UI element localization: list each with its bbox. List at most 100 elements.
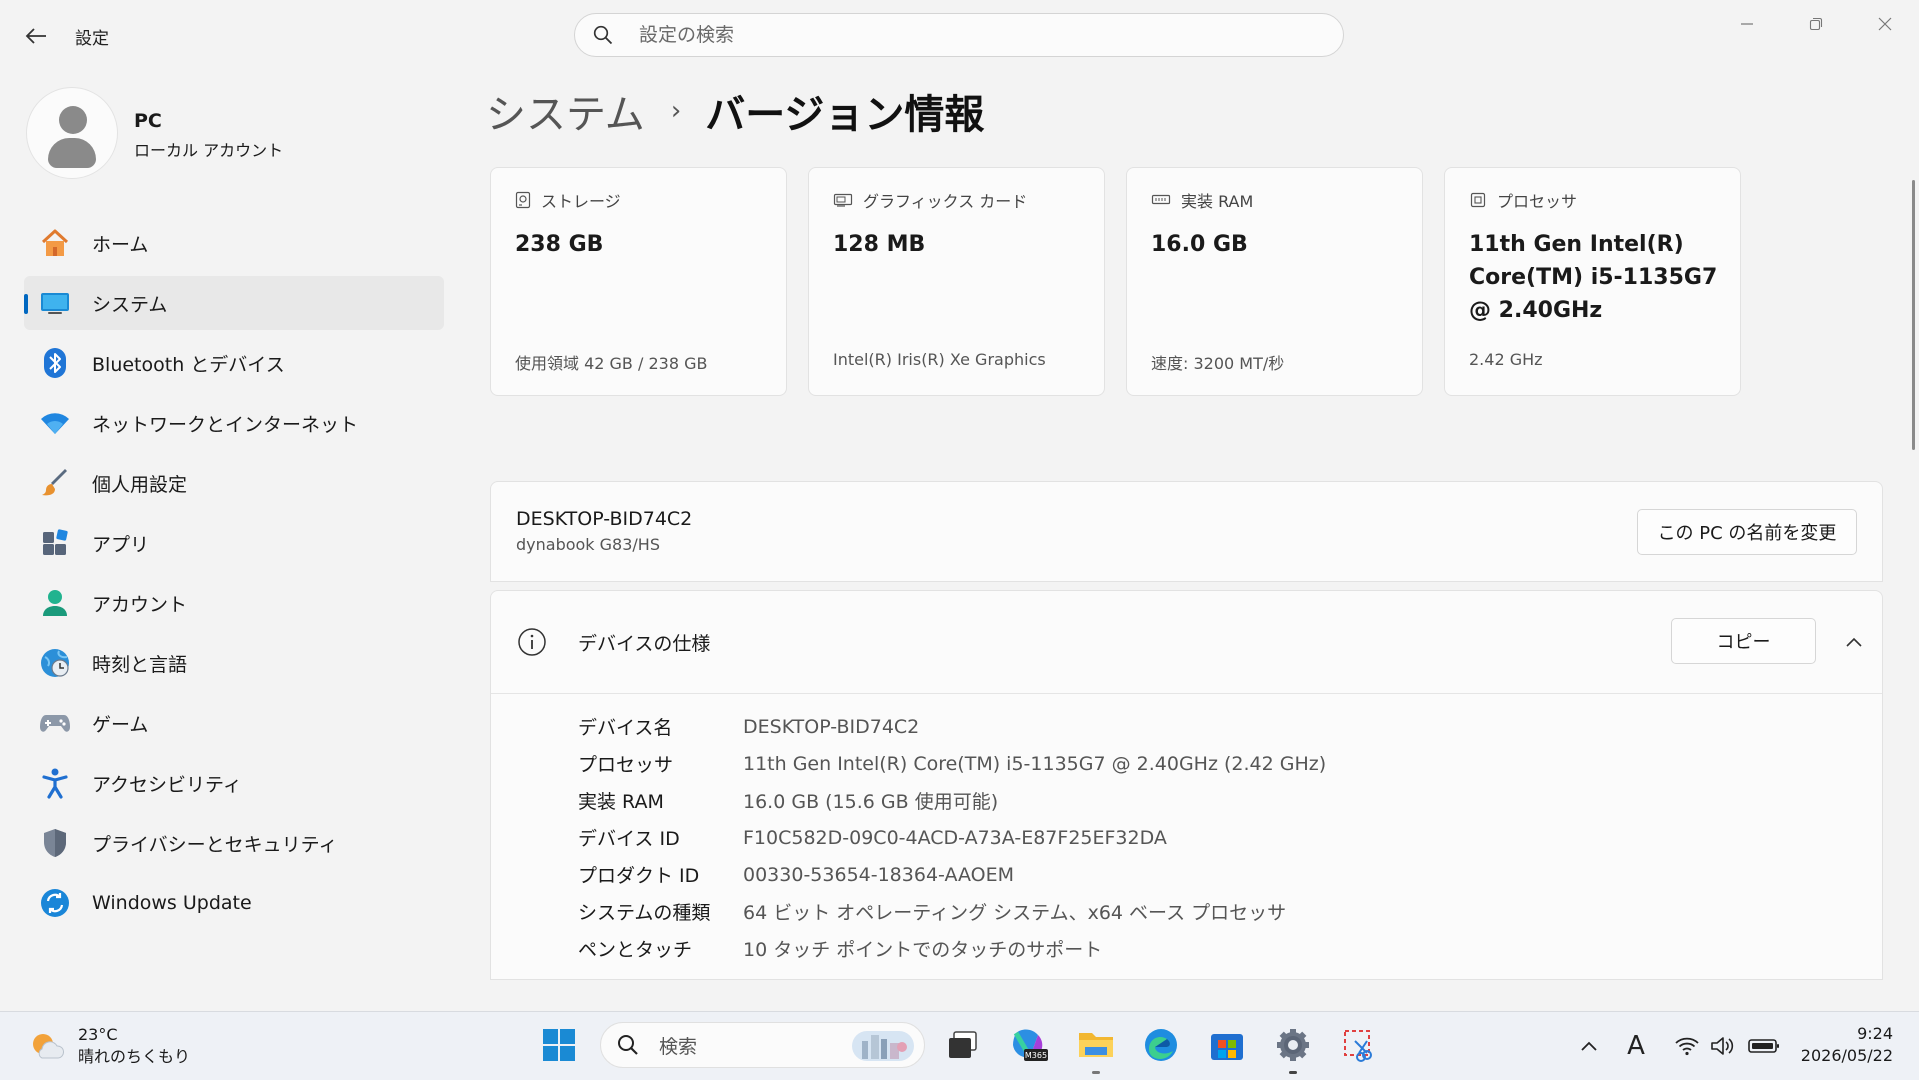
spec-value: 10 タッチ ポイントでのタッチのサポート (743, 939, 1103, 961)
show-hidden-icons-button[interactable] (1578, 1029, 1600, 1063)
profile-name: PC (134, 110, 162, 132)
taskbar-clock[interactable]: 9:24 2026/05/22 (1795, 1023, 1893, 1067)
chevron-up-icon (1846, 637, 1862, 647)
task-view-icon (949, 1031, 977, 1058)
apps-icon (38, 526, 72, 560)
taskbar-m365[interactable]: M365 (1006, 1022, 1052, 1068)
spec-row: ペンとタッチ 10 タッチ ポイントでのタッチのサポート (578, 930, 1326, 967)
card-title: 実装 RAM (1181, 192, 1254, 211)
spec-value: 11th Gen Intel(R) Core(TM) i5-1135G7 @ 2… (743, 752, 1327, 775)
volume-control[interactable] (1706, 1029, 1740, 1063)
sidebar-item-time-language[interactable]: 時刻と言語 (24, 636, 444, 690)
restore-button[interactable] (1788, 10, 1844, 38)
taskbar-edge[interactable] (1138, 1022, 1184, 1068)
processor-icon (1470, 192, 1486, 208)
minimize-button[interactable] (1719, 10, 1775, 38)
card-value: 238 GB (515, 232, 604, 257)
weather-icon (33, 1034, 64, 1059)
bluetooth-icon (38, 346, 72, 380)
account-icon (38, 586, 72, 620)
settings-search[interactable] (574, 13, 1344, 57)
card-subtext: 2.42 GHz (1469, 350, 1543, 369)
sidebar-item-label: アプリ (92, 533, 150, 556)
rename-pc-button[interactable]: この PC の名前を変更 (1637, 509, 1857, 555)
spec-value: 64 ビット オペレーティング システム、x64 ベース プロセッサ (743, 902, 1287, 924)
clock-date: 2026/05/22 (1800, 1046, 1893, 1065)
spec-row: プロセッサ 11th Gen Intel(R) Core(TM) i5-1135G… (578, 745, 1326, 782)
spec-value: DESKTOP-BID74C2 (743, 715, 920, 738)
taskbar-file-explorer[interactable] (1073, 1022, 1119, 1074)
spec-row: デバイス名 DESKTOP-BID74C2 (578, 708, 1326, 745)
home-icon (38, 226, 72, 260)
vertical-scrollbar[interactable] (1912, 180, 1915, 450)
battery-status[interactable] (1744, 1029, 1784, 1063)
spec-key: プロセッサ (578, 754, 674, 776)
sidebar-item-gaming[interactable]: ゲーム (24, 696, 444, 750)
breadcrumb: システム › バージョン情報 (486, 82, 984, 140)
sidebar-item-windows-update[interactable]: Windows Update (24, 876, 444, 930)
card-value: 128 MB (833, 232, 926, 257)
card-value: 11th Gen Intel(R) Core(TM) i5-1135G7 @ 2… (1469, 232, 1718, 323)
spec-key: デバイス ID (578, 828, 680, 850)
spec-value: F10C582D-09C0-4ACD-A73A-E87F25EF32DA (743, 826, 1167, 849)
chevron-up-icon (1581, 1041, 1597, 1051)
search-icon (618, 1035, 638, 1055)
ram-card: 実装 RAM 16.0 GB 速度: 3200 MT/秒 (1126, 167, 1423, 396)
sidebar-item-accessibility[interactable]: アクセシビリティ (24, 756, 444, 810)
network-status[interactable] (1670, 1029, 1704, 1063)
sidebar-item-network[interactable]: ネットワークとインターネット (24, 396, 444, 450)
profile-account-type: ローカル アカウント (134, 141, 284, 160)
update-icon (38, 886, 72, 920)
title-bar: 設定 (0, 0, 1919, 72)
ime-indicator[interactable]: A (1622, 1029, 1650, 1063)
info-icon (518, 628, 546, 656)
processor-card: プロセッサ 11th Gen Intel(R) Core(TM) i5-1135… (1444, 167, 1741, 396)
sidebar-item-personalization[interactable]: 個人用設定 (24, 456, 444, 510)
snipping-tool-icon (1344, 1030, 1372, 1062)
card-title: グラフィックス カード (863, 192, 1028, 211)
m365-badge: M365 (1025, 1051, 1047, 1060)
sidebar-item-label: プライバシーとセキュリティ (92, 833, 338, 856)
weather-description: 晴れのちくもり (78, 1047, 191, 1066)
user-profile[interactable]: PC ローカル アカウント (26, 87, 283, 179)
collapse-button[interactable] (1839, 627, 1869, 657)
search-input[interactable] (637, 23, 1291, 47)
device-specs-header[interactable]: デバイスの仕様 コピー (491, 591, 1882, 694)
card-title: プロセッサ (1497, 192, 1578, 211)
battery-icon (1748, 1039, 1779, 1053)
sidebar-item-system[interactable]: システム (24, 276, 444, 330)
copy-button[interactable]: コピー (1671, 618, 1816, 664)
card-subtext: Intel(R) Iris(R) Xe Graphics (833, 350, 1046, 369)
breadcrumb-parent[interactable]: システム (486, 82, 645, 140)
restore-icon (1809, 17, 1823, 31)
sidebar-item-label: 個人用設定 (92, 473, 188, 496)
sidebar-item-accounts[interactable]: アカウント (24, 576, 444, 630)
sidebar-item-home[interactable]: ホーム (24, 216, 444, 270)
spec-value: 16.0 GB (15.6 GB 使用可能) (743, 791, 999, 813)
sidebar-item-bluetooth[interactable]: Bluetooth とデバイス (24, 336, 444, 390)
minimize-icon (1741, 23, 1753, 25)
start-button[interactable] (536, 1022, 582, 1068)
pc-model: dynabook G83/HS (516, 535, 660, 554)
pc-name-panel: DESKTOP-BID74C2 dynabook G83/HS この PC の名… (490, 481, 1883, 582)
taskbar-store[interactable] (1204, 1022, 1250, 1068)
taskbar-task-view[interactable] (940, 1022, 986, 1068)
sidebar-item-label: アクセシビリティ (92, 773, 242, 796)
wifi-icon (1675, 1037, 1699, 1056)
weather-widget[interactable]: 23°C 晴れのちくもり (28, 1024, 190, 1068)
storage-icon (515, 191, 531, 209)
sidebar-item-label: アカウント (92, 593, 188, 616)
gear-icon (1277, 1029, 1309, 1061)
device-specs-table: デバイス名 DESKTOP-BID74C2 プロセッサ 11th Gen Intel… (578, 708, 1326, 967)
sidebar-item-privacy[interactable]: プライバシーとセキュリティ (24, 816, 444, 870)
breadcrumb-separator: › (670, 96, 682, 126)
taskbar-settings[interactable] (1270, 1022, 1316, 1074)
taskbar-search-label: 検索 (659, 1035, 698, 1058)
taskbar-snipping-tool[interactable] (1336, 1022, 1382, 1068)
taskbar-search[interactable]: 検索 (600, 1022, 925, 1068)
close-button[interactable] (1857, 10, 1913, 38)
back-button[interactable] (20, 22, 52, 50)
avatar (26, 87, 118, 179)
card-title: ストレージ (541, 192, 621, 211)
sidebar-item-apps[interactable]: アプリ (24, 516, 444, 570)
